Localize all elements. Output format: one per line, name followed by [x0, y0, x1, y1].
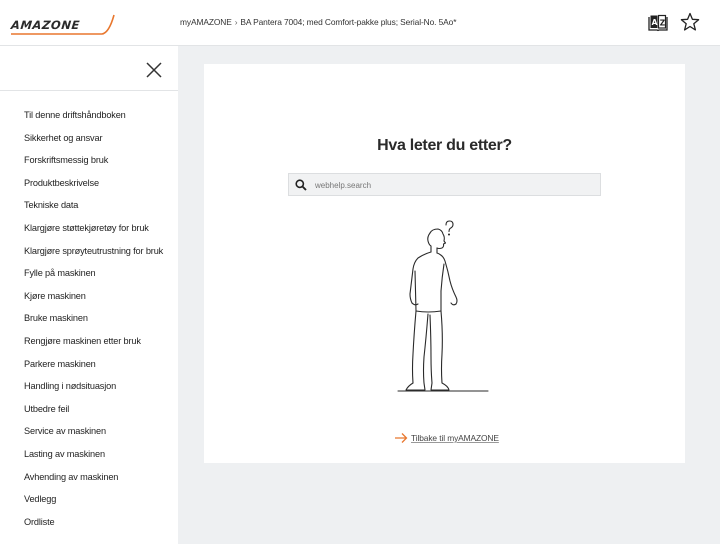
back-link-label: Tilbake til myAMAZONE [411, 433, 499, 443]
sidebar-item[interactable]: Kjøre maskinen [24, 291, 163, 314]
arrow-right-icon [395, 433, 408, 443]
sidebar-item[interactable]: Produktbeskrivelse [24, 178, 163, 201]
sidebar-item[interactable]: Forskriftsmessig bruk [24, 155, 163, 178]
sidebar-item[interactable]: Handling i nødsituasjon [24, 381, 163, 404]
search-input[interactable] [315, 176, 595, 194]
breadcrumb-current: BA Pantera 7004; med Comfort-pakke plus;… [240, 17, 457, 27]
sidebar-item[interactable]: Lasting av maskinen [24, 449, 163, 472]
star-icon[interactable] [680, 12, 700, 32]
sidebar-item[interactable]: Tekniske data [24, 200, 163, 223]
sidebar-item[interactable]: Parkere maskinen [24, 359, 163, 382]
sidebar-nav: Til denne driftshåndboken Sikkerhet og a… [24, 110, 163, 539]
search-card: Hva leter du etter? webhelp.search Tilba… [204, 64, 685, 463]
amazone-logo[interactable]: AMAZONE [10, 12, 118, 36]
sidebar-item[interactable]: Service av maskinen [24, 426, 163, 449]
sidebar-item[interactable]: Avhending av maskinen [24, 472, 163, 495]
sidebar-top [0, 46, 178, 91]
sidebar-item[interactable]: Rengjøre maskinen etter bruk [24, 336, 163, 359]
thinking-person-illustration [397, 220, 489, 392]
sidebar-item[interactable]: Klargjøre støttekjøretøy for bruk [24, 223, 163, 246]
breadcrumb: myAMAZONE › BA Pantera 7004; med Comfort-p… [180, 17, 456, 27]
breadcrumb-root[interactable]: myAMAZONE [180, 17, 232, 27]
sidebar: Til denne driftshåndboken Sikkerhet og a… [0, 46, 178, 544]
sidebar-item[interactable]: Utbedre feil [24, 404, 163, 427]
sidebar-item[interactable]: Klargjøre sprøyteutrustning for bruk [24, 246, 163, 269]
sidebar-item[interactable]: Bruke maskinen [24, 313, 163, 336]
sidebar-item[interactable]: Fylle på maskinen [24, 268, 163, 291]
dictionary-icon[interactable]: A Z [648, 13, 668, 33]
top-header: AMAZONE myAMAZONE › BA Pantera 7004; med C… [0, 0, 720, 46]
page-title: Hva leter du etter? [377, 137, 512, 154]
close-icon[interactable] [145, 61, 163, 79]
svg-text:Z: Z [660, 19, 666, 28]
logo-swoosh-icon [11, 14, 115, 35]
search-icon [295, 179, 307, 191]
sidebar-item[interactable]: Ordliste [24, 517, 163, 540]
sidebar-item[interactable]: Vedlegg [24, 494, 163, 517]
search-box[interactable] [288, 173, 601, 196]
sidebar-item[interactable]: Til denne driftshåndboken [24, 110, 163, 133]
page-scrollbar[interactable] [710, 46, 720, 544]
breadcrumb-separator: › [234, 17, 238, 27]
sidebar-item[interactable]: Sikkerhet og ansvar [24, 133, 163, 156]
svg-text:A: A [652, 18, 658, 27]
